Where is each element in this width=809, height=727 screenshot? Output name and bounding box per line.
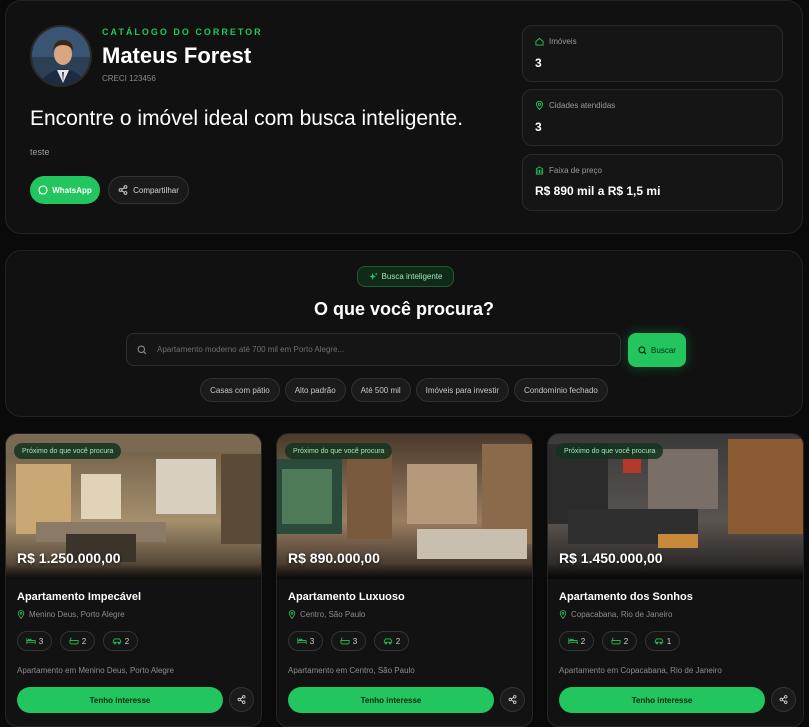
creci-number: CRECI 123456 bbox=[102, 74, 156, 83]
share-profile-button[interactable]: Compartilhar bbox=[108, 176, 189, 204]
suggestion-chip[interactable]: Condomínio fechado bbox=[514, 378, 608, 402]
share-label: Compartilhar bbox=[133, 185, 179, 195]
page-headline: Encontre o imóvel ideal com busca inteli… bbox=[30, 107, 464, 130]
home-icon bbox=[535, 37, 544, 46]
interest-button[interactable]: Tenho interesse bbox=[559, 687, 765, 713]
stat-card-properties: Imóveis 3 bbox=[522, 25, 783, 82]
property-features: 3 3 2 bbox=[288, 631, 409, 651]
catalog-eyebrow: CATÁLOGO DO CORRETOR bbox=[102, 27, 263, 37]
bathrooms-count: 3 bbox=[331, 631, 366, 651]
suggestion-chips: Casas com pátio Alto padrão Até 500 mil … bbox=[6, 378, 802, 402]
map-pin-icon bbox=[288, 610, 296, 619]
interest-button[interactable]: Tenho interesse bbox=[17, 687, 223, 713]
suggestion-chip[interactable]: Alto padrão bbox=[284, 378, 346, 402]
bath-icon bbox=[69, 637, 79, 645]
property-photo[interactable]: Próximo do que você procura R$ 1.450.000… bbox=[548, 434, 803, 579]
property-description: Apartamento em Copacabana, Rio de Janeir… bbox=[559, 666, 722, 675]
sparkles-icon bbox=[368, 272, 378, 281]
property-price: R$ 1.250.000,00 bbox=[17, 550, 121, 566]
bathrooms-count: 2 bbox=[602, 631, 637, 651]
share-icon bbox=[779, 695, 788, 704]
property-location: Centro, São Paulo bbox=[300, 610, 366, 619]
smart-search-badge: Busca inteligente bbox=[357, 266, 454, 287]
property-photo[interactable]: Próximo do que você procura R$ 1.250.000… bbox=[6, 434, 261, 579]
map-pin-icon bbox=[17, 610, 25, 619]
share-icon bbox=[118, 185, 128, 195]
property-card[interactable]: Próximo do que você procura R$ 1.450.000… bbox=[547, 433, 804, 727]
whatsapp-icon bbox=[38, 185, 48, 195]
car-icon bbox=[654, 637, 664, 645]
bath-icon bbox=[340, 637, 350, 645]
share-property-button[interactable] bbox=[500, 687, 525, 712]
suggestion-chip[interactable]: Casas com pátio bbox=[200, 378, 280, 402]
bedrooms-count: 3 bbox=[288, 631, 323, 651]
whatsapp-label: WhatsApp bbox=[52, 185, 92, 195]
property-title: Apartamento Impecável bbox=[17, 591, 142, 603]
property-price: R$ 890.000,00 bbox=[288, 550, 380, 566]
suggestion-chip[interactable]: Até 500 mil bbox=[350, 378, 411, 402]
share-property-button[interactable] bbox=[229, 687, 254, 712]
parking-count: 1 bbox=[645, 631, 680, 651]
property-location: Copacabana, Rio de Janeiro bbox=[571, 610, 673, 619]
bed-icon bbox=[568, 637, 578, 645]
stat-value: 3 bbox=[535, 56, 542, 70]
match-tag: Próximo do que você procura bbox=[556, 443, 664, 459]
bath-icon bbox=[611, 637, 621, 645]
building-icon bbox=[535, 166, 544, 175]
map-pin-icon bbox=[535, 101, 544, 110]
whatsapp-button[interactable]: WhatsApp bbox=[30, 176, 100, 204]
share-icon bbox=[237, 695, 246, 704]
property-features: 3 2 2 bbox=[17, 631, 138, 651]
profile-description: teste bbox=[30, 147, 50, 157]
bedrooms-count: 3 bbox=[17, 631, 52, 651]
property-description: Apartamento em Menino Deus, Porto Alegre bbox=[17, 666, 174, 675]
stat-value: 3 bbox=[535, 120, 542, 134]
parking-count: 2 bbox=[374, 631, 409, 651]
car-icon bbox=[112, 637, 122, 645]
agent-avatar bbox=[30, 25, 92, 87]
search-icon bbox=[638, 345, 647, 355]
car-icon bbox=[383, 637, 393, 645]
search-input[interactable] bbox=[157, 345, 620, 354]
property-title: Apartamento Luxuoso bbox=[288, 591, 405, 603]
match-tag: Próximo do que você procura bbox=[14, 443, 122, 459]
share-property-button[interactable] bbox=[771, 687, 796, 712]
suggestion-chip[interactable]: Imóveis para investir bbox=[415, 378, 510, 402]
property-photo[interactable]: Próximo do que você procura R$ 890.000,0… bbox=[277, 434, 532, 579]
agent-name: Mateus Forest bbox=[102, 43, 252, 68]
match-tag: Próximo do que você procura bbox=[285, 443, 393, 459]
property-description: Apartamento em Centro, São Paulo bbox=[288, 666, 415, 675]
property-card[interactable]: Próximo do que você procura R$ 890.000,0… bbox=[276, 433, 533, 727]
search-icon bbox=[137, 345, 147, 355]
search-title: O que você procura? bbox=[313, 299, 495, 319]
profile-card: CATÁLOGO DO CORRETOR Mateus Forest CRECI… bbox=[5, 0, 803, 234]
map-pin-icon bbox=[559, 610, 567, 619]
search-field[interactable] bbox=[126, 333, 621, 366]
stat-label: Cidades atendidas bbox=[549, 101, 616, 110]
bathrooms-count: 2 bbox=[60, 631, 95, 651]
bed-icon bbox=[297, 637, 307, 645]
bed-icon bbox=[26, 637, 36, 645]
property-title: Apartamento dos Sonhos bbox=[559, 591, 693, 603]
stat-label: Faixa de preço bbox=[549, 166, 602, 175]
share-icon bbox=[508, 695, 517, 704]
property-price: R$ 1.450.000,00 bbox=[559, 550, 663, 566]
property-location: Menino Deus, Porto Alegre bbox=[29, 610, 125, 619]
stat-card-price-range: Faixa de preço R$ 890 mil a R$ 1,5 mi bbox=[522, 154, 783, 211]
stat-label: Imóveis bbox=[549, 37, 577, 46]
bedrooms-count: 2 bbox=[559, 631, 594, 651]
stat-value: R$ 890 mil a R$ 1,5 mi bbox=[535, 184, 661, 198]
stat-card-cities: Cidades atendidas 3 bbox=[522, 89, 783, 146]
search-button[interactable]: Buscar bbox=[628, 333, 686, 367]
interest-button[interactable]: Tenho interesse bbox=[288, 687, 494, 713]
property-features: 2 2 1 bbox=[559, 631, 680, 651]
property-card[interactable]: Próximo do que você procura R$ 1.250.000… bbox=[5, 433, 262, 727]
search-button-label: Buscar bbox=[651, 345, 676, 355]
parking-count: 2 bbox=[103, 631, 138, 651]
badge-label: Busca inteligente bbox=[381, 272, 443, 281]
search-section: Busca inteligente O que você procura? Bu… bbox=[5, 250, 803, 417]
